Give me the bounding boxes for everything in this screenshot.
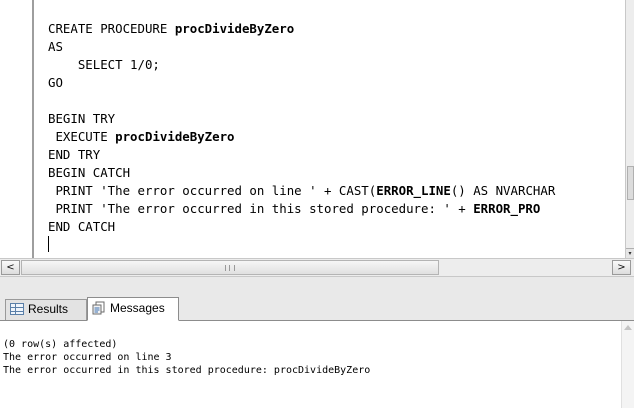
scroll-left-icon[interactable]: <: [1, 260, 20, 275]
query-editor[interactable]: CREATE PROCEDURE procDivideByZero AS SELE…: [0, 0, 634, 277]
code-token: GO: [48, 75, 63, 90]
code-identifier: ERROR_LINE: [376, 183, 451, 198]
code-identifier: ERROR_PRO: [473, 201, 541, 216]
code-token: EXECUTE: [48, 129, 116, 144]
code-token: AS: [48, 39, 63, 54]
code-token: PRINT 'The error occurred on line ' + CA…: [48, 183, 377, 198]
code-token: SELECT 1/0;: [48, 57, 160, 72]
code-line: SELECT 1/0;: [48, 56, 625, 74]
scroll-up-icon[interactable]: [624, 325, 632, 330]
editor-vertical-scrollbar[interactable]: ▾: [625, 0, 634, 259]
code-token: END CATCH: [48, 219, 116, 234]
code-line: GO: [48, 74, 625, 92]
messages-icon: [92, 301, 106, 315]
tab-messages[interactable]: Messages: [87, 297, 179, 321]
code-token: PRINT 'The error occurred in this stored…: [48, 201, 474, 216]
message-line: The error occurred on line 3: [3, 352, 172, 363]
code-line: AS: [48, 38, 625, 56]
code-token: BEGIN TRY: [48, 111, 116, 126]
messages-output: (0 row(s) affected) The error occurred on…: [3, 338, 370, 377]
tab-results[interactable]: Results: [5, 299, 87, 320]
editor-gutter: [0, 0, 32, 258]
code-token: CREATE PROCEDURE: [48, 21, 175, 36]
code-identifier: procDivideByZero: [115, 129, 235, 144]
code-line: END CATCH: [48, 218, 625, 236]
tab-results-label: Results: [28, 302, 69, 316]
code-line: EXECUTE procDivideByZero: [48, 128, 625, 146]
tab-messages-label: Messages: [110, 301, 165, 315]
editor-horizontal-scrollbar[interactable]: < >: [0, 258, 634, 277]
code-token: END TRY: [48, 147, 101, 162]
scroll-right-icon[interactable]: >: [612, 260, 631, 275]
scroll-grip-icon: [225, 265, 235, 271]
code-token: BEGIN CATCH: [48, 165, 131, 180]
code-line: [48, 236, 625, 254]
text-cursor: [48, 236, 49, 252]
code-line: CREATE PROCEDURE procDivideByZero: [48, 20, 625, 38]
results-tab-bar: Results Messages: [0, 277, 634, 321]
messages-pane[interactable]: (0 row(s) affected) The error occurred on…: [0, 321, 634, 408]
code-token: () AS NVARCHAR: [450, 183, 556, 198]
code-identifier: procDivideByZero: [174, 21, 295, 36]
code-line: PRINT 'The error occurred in this stored…: [48, 200, 625, 218]
code-area[interactable]: CREATE PROCEDURE procDivideByZero AS SELE…: [48, 20, 625, 258]
message-line: The error occurred in this stored proced…: [3, 365, 371, 376]
code-line: END TRY: [48, 146, 625, 164]
code-line: BEGIN TRY: [48, 110, 625, 128]
vertical-scroll-thumb[interactable]: [627, 166, 634, 200]
grid-icon: [10, 303, 24, 315]
horizontal-scroll-thumb[interactable]: [21, 260, 439, 275]
messages-vertical-scrollbar[interactable]: [621, 321, 634, 408]
code-line: BEGIN CATCH: [48, 164, 625, 182]
message-line: (0 row(s) affected): [3, 339, 118, 350]
code-line: PRINT 'The error occurred on line ' + CA…: [48, 182, 625, 200]
editor-margin-line: [32, 0, 34, 258]
